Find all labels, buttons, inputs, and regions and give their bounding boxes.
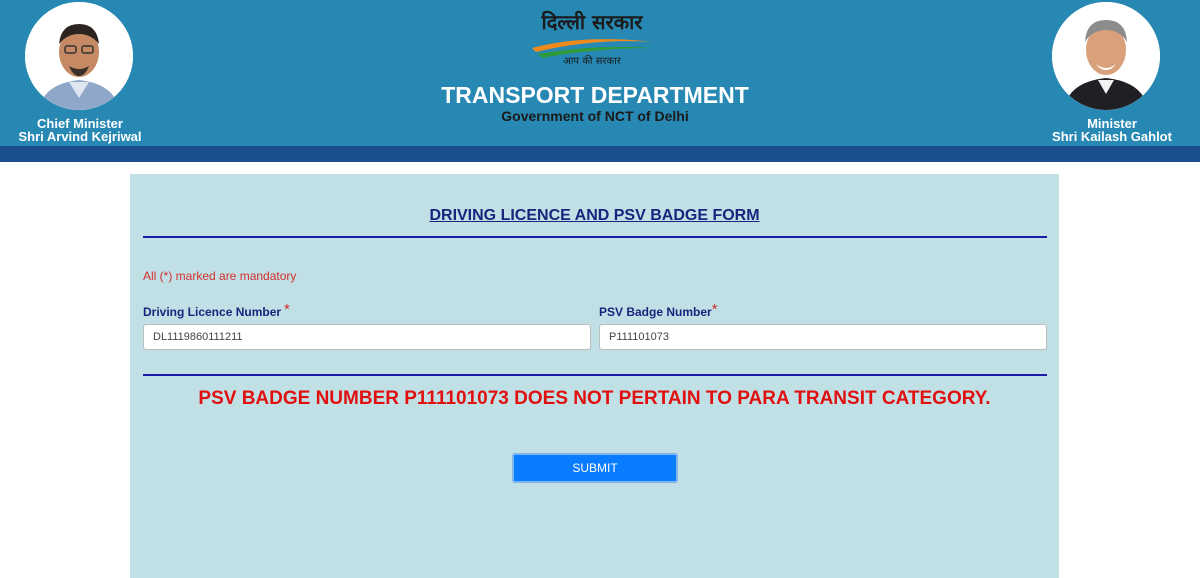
header-stripe [0, 146, 1200, 162]
department-subtitle: Government of NCT of Delhi [501, 108, 689, 124]
submit-button[interactable]: SUBMIT [512, 453, 678, 483]
psv-badge-input[interactable] [599, 324, 1047, 350]
department-title: TRANSPORT DEPARTMENT [441, 82, 749, 108]
minister-name: Shri Kailash Gahlot [1052, 129, 1172, 144]
licence-badge-form: DRIVING LICENCE AND PSV BADGE FORM All (… [130, 174, 1059, 578]
fields-divider [143, 374, 1047, 376]
title-divider [143, 236, 1047, 238]
psv-badge-label-text: PSV Badge Number [599, 305, 712, 319]
required-marker: * [711, 301, 718, 318]
required-marker: * [284, 301, 290, 318]
mandatory-note: All (*) marked are mandatory [143, 269, 297, 283]
chief-minister-caption: Chief Minister Shri Arvind Kejriwal [0, 117, 160, 143]
psv-badge-label: PSV Badge Number* [599, 301, 718, 319]
form-title: DRIVING LICENCE AND PSV BADGE FORM [429, 207, 760, 224]
chief-minister-photo [25, 2, 133, 110]
driving-licence-input[interactable] [143, 324, 591, 350]
minister-caption: Minister Shri Kailash Gahlot [1032, 117, 1192, 143]
delhi-sarkar-logo: दिल्ली सरकार आप की सरकार [524, 10, 660, 78]
logo-title: दिल्ली सरकार [541, 10, 643, 34]
logo-tagline: आप की सरकार [563, 56, 621, 67]
driving-licence-label: Driving Licence Number * [143, 301, 290, 319]
error-message: PSV BADGE NUMBER P111101073 DOES NOT PER… [198, 388, 991, 409]
site-header: Chief Minister Shri Arvind Kejriwal दिल्… [0, 0, 1200, 146]
minister-photo [1052, 2, 1160, 110]
chief-minister-name: Shri Arvind Kejriwal [18, 129, 142, 144]
driving-licence-label-text: Driving Licence Number [143, 305, 282, 319]
